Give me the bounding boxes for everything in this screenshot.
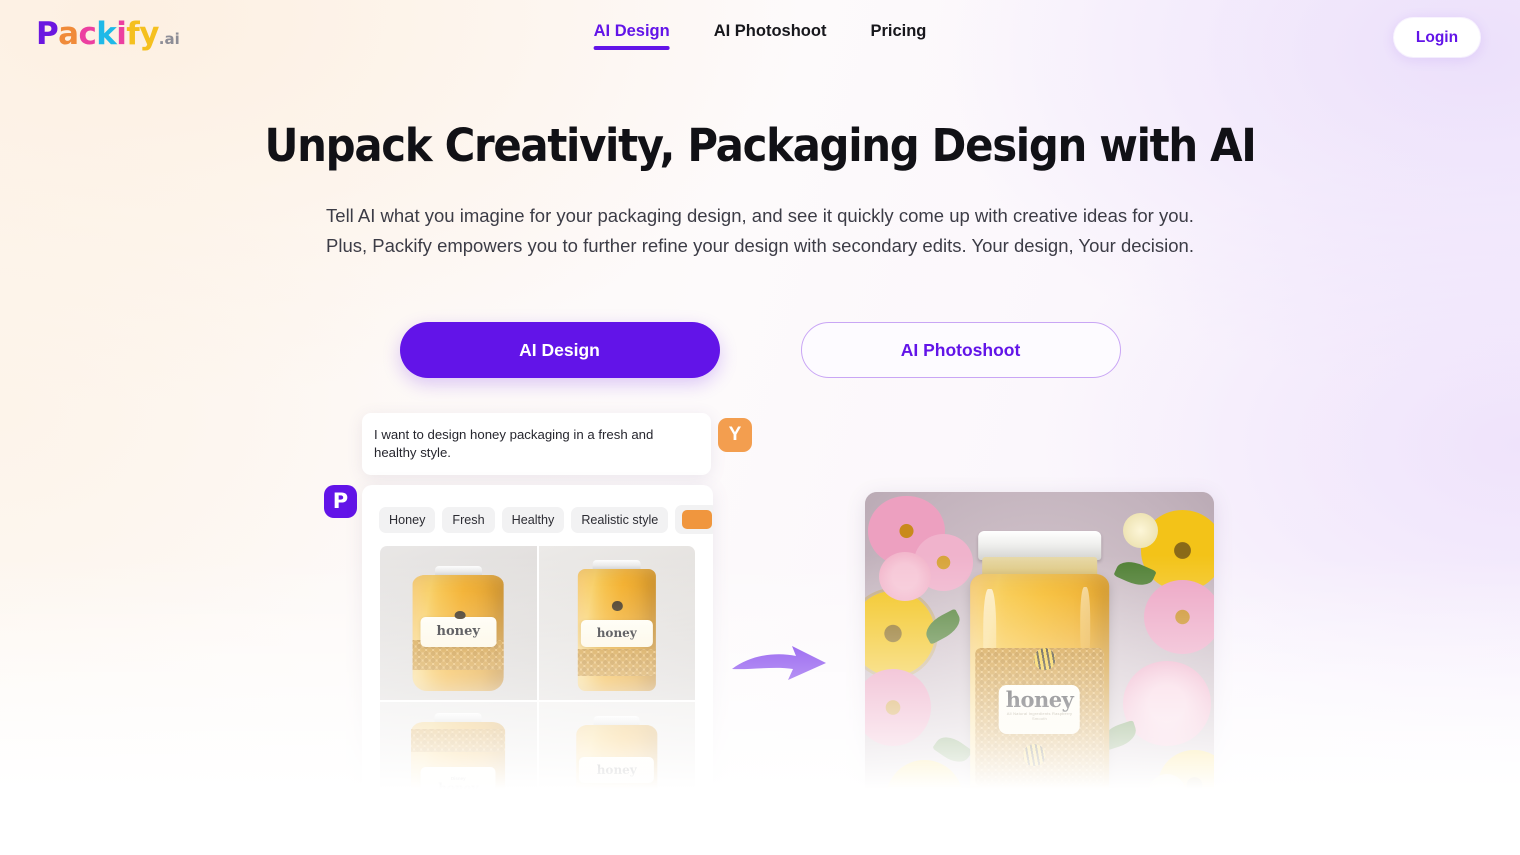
jar-body: honey All Natural Ingredients Raspberry … — [969, 574, 1110, 821]
assistant-avatar: P — [324, 485, 357, 518]
site-header: Packify.ai AI Design AI Photoshoot Prici… — [0, 0, 1520, 76]
photoshoot-result-image[interactable]: honey All Natural Ingredients Raspberry … — [865, 492, 1214, 845]
user-avatar: Y — [718, 418, 752, 452]
bee-icon-bottom — [1022, 743, 1046, 767]
nav-item-ai-photoshoot[interactable]: AI Photoshoot — [714, 22, 827, 50]
tag-realistic-style[interactable]: Realistic style — [571, 506, 669, 533]
logo-suffix: .ai — [158, 30, 180, 48]
tag-list: Honey Fresh Healthy Realistic style — [362, 485, 713, 534]
nav-item-pricing[interactable]: Pricing — [870, 22, 926, 50]
logo-letter-a: a — [58, 16, 79, 52]
design-thumbnail-3[interactable]: Disney honey — [380, 702, 537, 855]
design-thumbnail-2[interactable]: honey — [538, 546, 695, 700]
tag-honey[interactable]: Honey — [379, 506, 436, 533]
flower-yellow-left-2 — [885, 760, 963, 838]
login-button[interactable]: Login — [1394, 18, 1480, 57]
logo-letter-f: f — [126, 16, 140, 52]
design-thumbnail-1[interactable]: honey — [380, 546, 537, 700]
transform-arrow-icon — [730, 646, 830, 692]
logo-letter-k: k — [96, 16, 117, 52]
design-thumbnail-4-label: honey — [596, 762, 637, 777]
nav-item-ai-design[interactable]: AI Design — [593, 22, 670, 50]
assistant-avatar-label: P — [332, 488, 349, 513]
jar-label-text: honey — [1005, 687, 1074, 713]
nav-item-pricing-label: Pricing — [870, 22, 927, 40]
nav-item-ai-design-label: AI Design — [593, 22, 670, 40]
jar-label-sublabel: All Natural Ingredients Raspberry Smooth — [1006, 711, 1073, 722]
logo-letter-y: y — [139, 16, 159, 52]
brand-logo[interactable]: Packify.ai — [36, 19, 180, 50]
design-thumbnail-2-label: honey — [596, 626, 637, 641]
assistant-result-card: Honey Fresh Healthy Realistic style hone… — [362, 485, 713, 855]
color-swatch — [682, 510, 713, 529]
user-message-bubble: I want to design honey packaging in a fr… — [362, 413, 711, 475]
color-swatch-chip[interactable] — [675, 505, 713, 534]
logo-letter-c: c — [78, 16, 97, 52]
tag-healthy[interactable]: Healthy — [501, 506, 565, 533]
tag-fresh[interactable]: Fresh — [442, 506, 495, 533]
design-thumbnail-4[interactable]: honey — [538, 702, 695, 855]
flower-bud-right-2 — [1147, 774, 1187, 814]
jar-lid — [978, 530, 1101, 560]
demo-showcase: I want to design honey packaging in a fr… — [0, 0, 1520, 855]
design-thumbnail-3-label: honey — [438, 781, 479, 795]
nav-item-ai-photoshoot-label: AI Photoshoot — [713, 22, 827, 40]
flower-rose-right — [1123, 661, 1211, 747]
main-nav: AI Design AI Photoshoot Pricing — [593, 22, 926, 50]
design-results-grid: honey honey Disney honey honey — [380, 546, 695, 855]
design-thumbnail-1-label: honey — [436, 624, 480, 640]
jar-label: honey All Natural Ingredients Raspberry … — [999, 684, 1080, 735]
bee-icon-top — [1033, 648, 1055, 671]
logo-letter-p: P — [36, 16, 59, 52]
logo-letter-i: i — [116, 16, 127, 52]
flower-pink-right-1 — [1144, 580, 1214, 655]
result-honey-jar: honey All Natural Ingredients Raspberry … — [969, 530, 1110, 821]
